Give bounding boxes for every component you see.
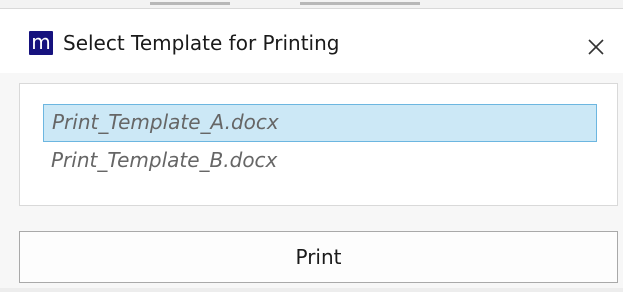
template-list: Print_Template_A.docx Print_Template_B.d… — [19, 83, 618, 206]
print-button[interactable]: Print — [19, 231, 618, 283]
template-list-item-b[interactable]: Print_Template_B.docx — [43, 142, 597, 180]
app-logo-icon: m — [29, 31, 53, 55]
close-icon — [588, 39, 604, 55]
close-button[interactable] — [583, 34, 609, 60]
background-window-edge — [0, 0, 623, 9]
background-window-edge — [0, 288, 623, 292]
background-window-mark — [150, 2, 230, 5]
dialog-title: Select Template for Printing — [63, 31, 340, 55]
template-list-item-a[interactable]: Print_Template_A.docx — [43, 104, 597, 142]
select-template-dialog: m Select Template for Printing Print_Tem… — [0, 9, 623, 292]
background-window-mark — [300, 2, 420, 5]
dialog-titlebar: m Select Template for Printing — [0, 9, 623, 73]
